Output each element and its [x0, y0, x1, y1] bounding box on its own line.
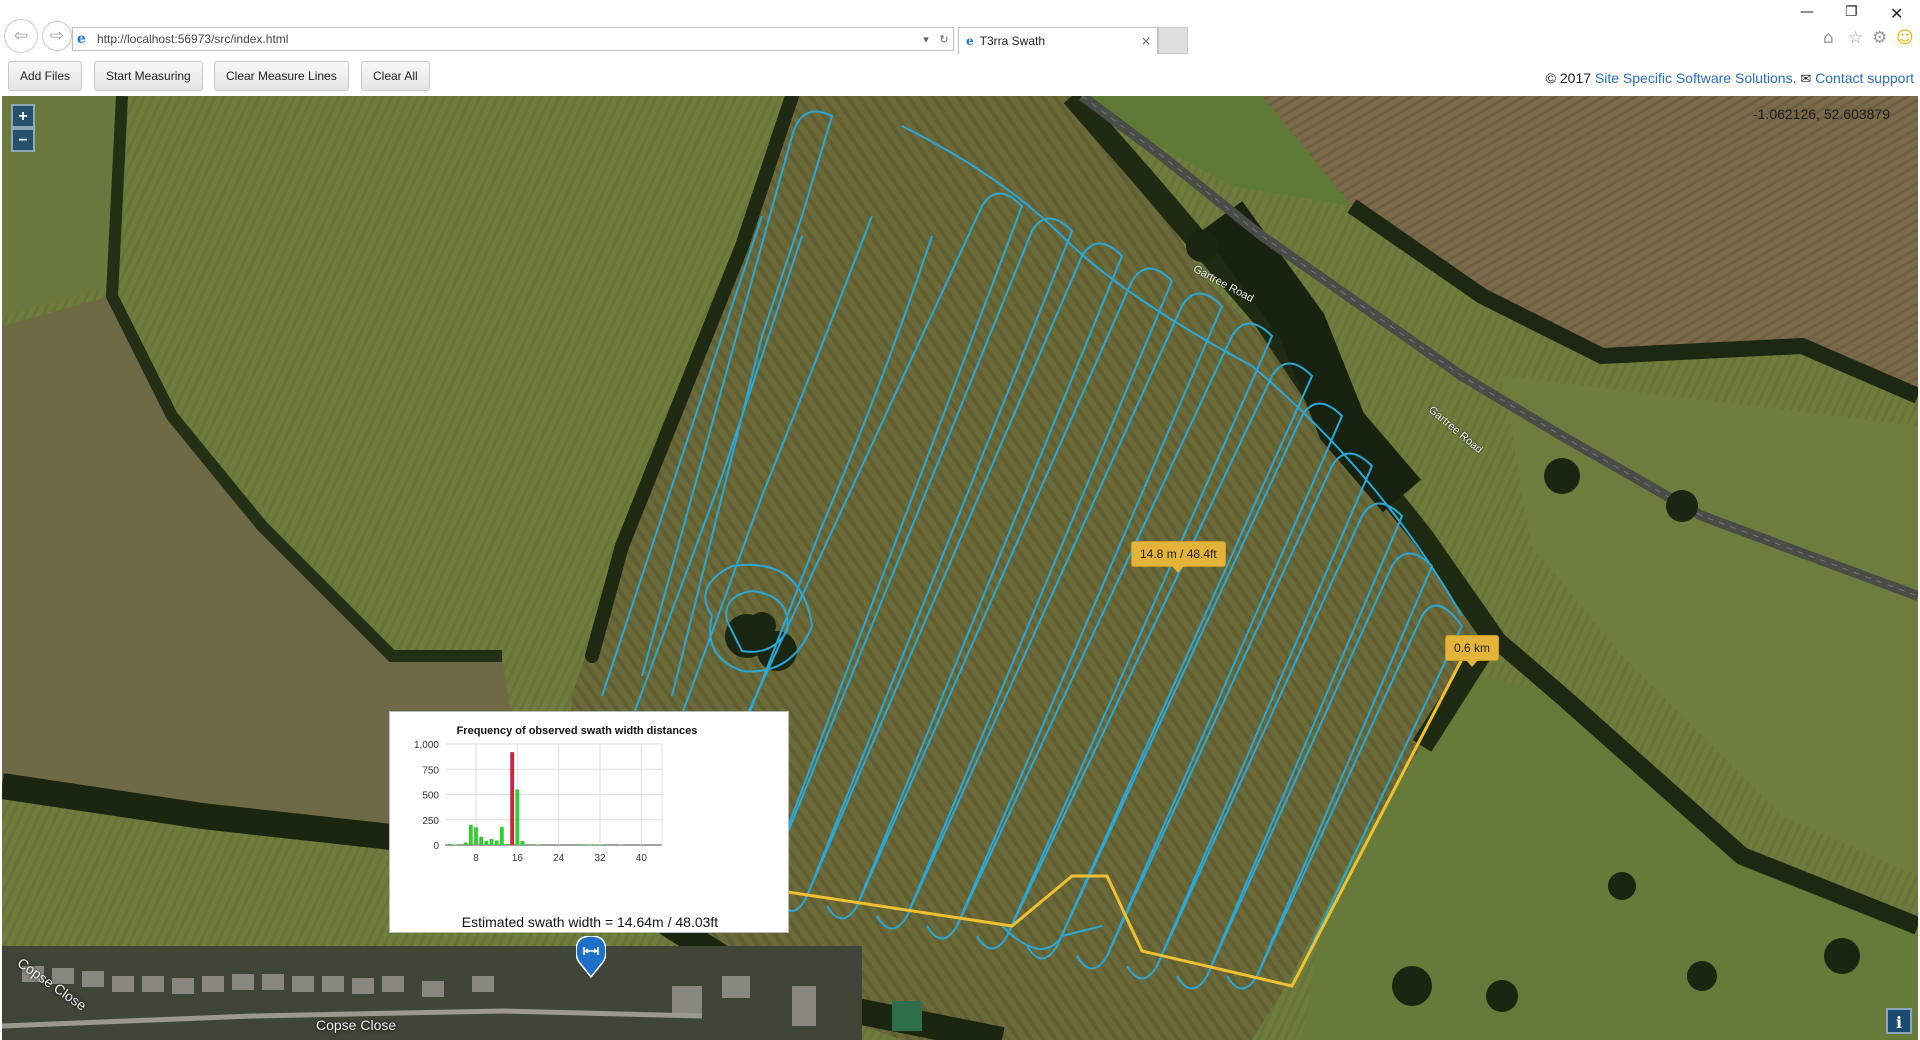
arrow-right-icon: ⇨: [49, 26, 65, 46]
histogram-bar: [499, 826, 504, 845]
histogram-bar: [474, 827, 478, 845]
tab-title: T3rra Swath: [979, 34, 1045, 48]
smiley-feedback-icon[interactable]: ☺: [1896, 28, 1914, 48]
distance-tooltip: 0.6 km: [1445, 635, 1500, 667]
x-tick-label: 8: [473, 853, 479, 864]
histogram-bar: [618, 844, 623, 846]
envelope-icon: ✉: [1800, 72, 1812, 87]
histogram-bar: [468, 824, 473, 845]
histogram-bar: [592, 844, 597, 845]
browser-tab[interactable]: e T3rra Swath ×: [958, 27, 1158, 54]
forward-button[interactable]: ⇨: [42, 21, 72, 51]
histogram-bar: [515, 789, 520, 845]
new-tab-button[interactable]: [1158, 27, 1188, 54]
street-label: Copse Close: [316, 1017, 397, 1033]
histogram-bar: [582, 844, 587, 845]
histogram-bar: [536, 844, 540, 845]
y-tick-label: 750: [422, 765, 439, 776]
back-button[interactable]: ⇦: [4, 19, 38, 53]
histogram-bar: [484, 840, 489, 845]
info-button[interactable]: i: [1886, 1008, 1912, 1034]
swath-histogram-panel: Frequency of observed swath width distan…: [389, 711, 789, 933]
app-toolbar: Add Files Start Measuring Clear Measure …: [0, 56, 1920, 96]
y-tick-label: 500: [422, 791, 439, 802]
close-window-icon[interactable]: ✕: [1890, 4, 1903, 23]
histogram-bar: [494, 840, 499, 845]
histogram-bar: [453, 844, 458, 845]
histogram-bar: [525, 844, 530, 845]
address-bar[interactable]: e http://localhost:56973/src/index.html …: [72, 27, 954, 51]
y-tick-label: 0: [433, 841, 439, 852]
zoom-in-button[interactable]: +: [11, 104, 35, 128]
address-url[interactable]: http://localhost:56973/src/index.html: [97, 32, 917, 46]
start-measuring-button[interactable]: Start Measuring: [94, 61, 203, 91]
measure-tooltip: 14.8 m / 48.4ft: [1131, 541, 1226, 573]
minimize-icon[interactable]: —: [1800, 4, 1814, 20]
x-tick-label: 16: [512, 853, 524, 864]
histogram-bar: [520, 840, 525, 845]
clear-measure-lines-button[interactable]: Clear Measure Lines: [214, 61, 349, 91]
histogram-bar: [463, 842, 468, 845]
map-view[interactable]: + − -1.062126, 52.603879 Gartree Road Ga…: [2, 96, 1918, 1040]
histogram-chart: Frequency of observed swath width distan…: [414, 725, 698, 864]
restore-icon[interactable]: ❐: [1845, 4, 1858, 20]
browser-chrome: ⇦ ⇨ e http://localhost:56973/src/index.h…: [0, 0, 1920, 56]
close-tab-icon[interactable]: ×: [1141, 34, 1157, 48]
settings-gear-icon[interactable]: ⚙: [1872, 28, 1887, 48]
clear-all-button[interactable]: Clear All: [361, 61, 430, 91]
histogram-bar: [587, 844, 592, 845]
favorites-star-icon[interactable]: ☆: [1848, 28, 1863, 48]
x-tick-label: 32: [594, 853, 606, 864]
ie-logo-icon: e: [77, 31, 86, 47]
histogram-bar: [598, 844, 602, 845]
mouse-coordinates: -1.062126, 52.603879: [1752, 106, 1890, 122]
add-files-button[interactable]: Add Files: [8, 61, 83, 91]
x-tick-label: 40: [636, 853, 648, 864]
arrow-left-icon: ⇦: [13, 26, 29, 46]
contact-support-link[interactable]: Contact support: [1815, 70, 1914, 86]
y-tick-label: 250: [422, 816, 439, 827]
ie-logo-icon: e: [966, 34, 974, 48]
histogram-bar: [479, 836, 484, 845]
x-tick-label: 24: [553, 853, 565, 864]
chart-title: Frequency of observed swath width distan…: [457, 725, 698, 737]
estimated-swath-width: Estimated swath width = 14.64m / 48.03ft: [461, 914, 719, 930]
histogram-bar: [505, 843, 509, 845]
zoom-out-button[interactable]: −: [11, 128, 35, 152]
histogram-bar: [510, 752, 515, 845]
map-marker-icon[interactable]: [576, 936, 606, 978]
histogram-bar: [448, 843, 453, 845]
histogram-bar: [489, 838, 494, 845]
home-icon[interactable]: ⌂: [1823, 28, 1834, 48]
copyright-text: © 2017: [1545, 70, 1592, 86]
company-link[interactable]: Site Specific Software Solutions.: [1595, 70, 1797, 86]
refresh-icon[interactable]: ↻: [935, 33, 953, 46]
chevron-down-icon[interactable]: ▾: [917, 33, 935, 46]
y-tick-label: 1,000: [414, 740, 439, 751]
satellite-imagery: [2, 96, 1918, 1040]
credits: © 2017 Site Specific Software Solutions.…: [1546, 70, 1914, 87]
